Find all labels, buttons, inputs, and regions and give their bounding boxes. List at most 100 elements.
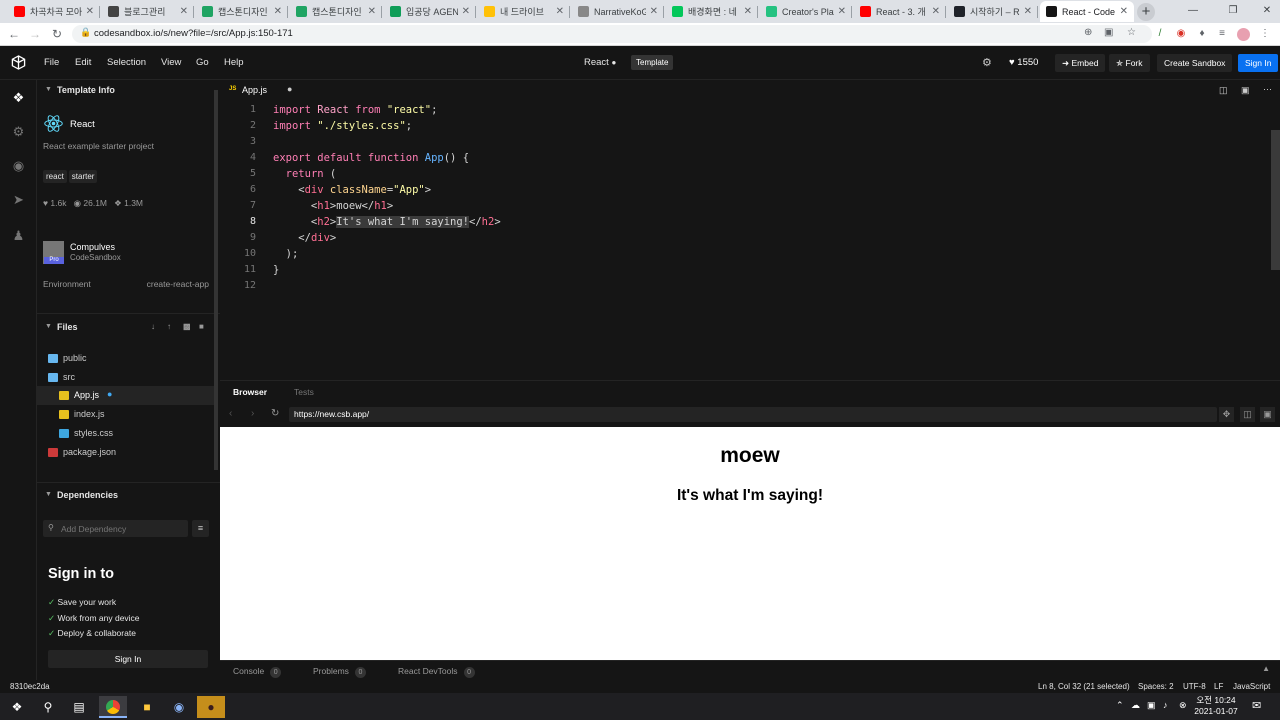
close-tab-icon[interactable]: ✕ [180, 6, 188, 17]
tab-problems[interactable]: Problems 0 [313, 666, 366, 678]
close-tab-icon[interactable]: ✕ [274, 6, 282, 17]
sandbox-title[interactable]: React ● [584, 57, 616, 68]
location-icon[interactable]: ⊕ [1084, 27, 1092, 38]
file-tree-item[interactable]: package.json [37, 443, 217, 462]
preview-address-bar[interactable]: https://new.csb.app/ [289, 407, 1217, 422]
browser-tab[interactable]: 입공당 AGEN ✕ [384, 1, 476, 22]
browser-tab[interactable]: 차곡차곡 모아 ✕ [8, 1, 100, 22]
extension-red-icon[interactable]: ◉ [1175, 28, 1187, 40]
forward-icon[interactable]: → [27, 26, 43, 42]
settings-gear-icon[interactable]: ⚙ [982, 56, 992, 69]
ime-icon[interactable]: ⊗ [1179, 700, 1187, 711]
browser-tab[interactable]: 내 드라이브 ✕ [478, 1, 570, 22]
back-icon[interactable]: ← [6, 26, 22, 42]
menu-selection[interactable]: Selection [107, 57, 146, 68]
author-avatar[interactable]: Pro [43, 241, 64, 264]
system-clock[interactable]: 오전 10:24 2021-01-07 [1188, 695, 1244, 717]
browser-tab[interactable]: React - 3. 개 ✕ [854, 1, 946, 22]
close-tab-icon[interactable]: ✕ [838, 6, 846, 17]
codesandbox-logo-icon[interactable] [11, 55, 26, 70]
add-dependency-input[interactable]: ⚲ [43, 520, 188, 537]
discord-icon[interactable]: ◉ [165, 696, 193, 718]
file-explorer-icon[interactable]: ■ [133, 696, 161, 718]
new-tab-button[interactable]: + [1137, 3, 1155, 21]
tab-browser[interactable]: Browser [233, 387, 267, 397]
close-tab-icon[interactable]: ✕ [1024, 6, 1032, 17]
browser-tab[interactable]: 캡스톤디자인 ✕ [196, 1, 288, 22]
end-of-line[interactable]: LF [1214, 682, 1223, 691]
preview-forward-icon[interactable]: › [251, 408, 254, 419]
notifications-icon[interactable]: ✉ [1252, 699, 1261, 712]
media-queue-icon[interactable]: ≡ [1216, 28, 1228, 40]
close-tab-icon[interactable]: ✕ [368, 6, 376, 17]
template-info-header[interactable]: ▼ Template Info [37, 80, 220, 102]
tag-react[interactable]: react [43, 170, 67, 183]
close-tab-icon[interactable]: ✕ [932, 6, 940, 17]
file-tree-item[interactable]: styles.css [37, 424, 217, 443]
like-button[interactable]: ♥ 1550 [1009, 57, 1038, 68]
embed-button[interactable]: ➜ Embed [1055, 54, 1106, 72]
task-view-icon[interactable]: ▤ [65, 696, 93, 718]
language-mode[interactable]: JavaScript [1233, 682, 1270, 691]
editor-scrollbar[interactable] [1271, 130, 1280, 270]
chrome-menu-icon[interactable]: ⋮ [1259, 28, 1271, 40]
windows-start-icon[interactable]: ❖ [3, 696, 31, 718]
browser-tab[interactable]: NarrativeKoG ✕ [572, 1, 664, 22]
tray-chevron-icon[interactable]: ⌃ [1116, 700, 1124, 711]
browser-tab[interactable]: 캡스톤디자인 ✕ [290, 1, 382, 22]
signin-card-button[interactable]: Sign In [48, 650, 208, 668]
chrome-taskbar-icon[interactable] [99, 696, 127, 718]
editor-tab-app-js[interactable]: JS App.js ● [220, 80, 302, 101]
split-editor-icon[interactable]: ◫ [1219, 85, 1228, 96]
menu-help[interactable]: Help [224, 57, 244, 68]
new-folder-icon[interactable]: ■ [199, 322, 204, 331]
bookmark-star-icon[interactable]: ☆ [1127, 27, 1136, 38]
cursor-position[interactable]: Ln 8, Col 32 (21 selected) [1038, 682, 1130, 691]
extensions-puzzle-icon[interactable]: ♦ [1196, 28, 1208, 40]
menu-go[interactable]: Go [196, 57, 209, 68]
encoding[interactable]: UTF-8 [1183, 682, 1206, 691]
extension-pen-icon[interactable]: / [1154, 28, 1166, 40]
dependency-menu-icon[interactable]: ≡ [192, 520, 209, 537]
file-tree-item[interactable]: src [37, 368, 217, 387]
create-sandbox-button[interactable]: Create Sandbox [1157, 54, 1233, 72]
tab-react-devtools[interactable]: React DevTools 0 [398, 666, 475, 678]
close-tab-icon[interactable]: ✕ [1120, 6, 1128, 17]
code-editor[interactable]: JS App.js ● ◫ ▣ ⋯ 1 2 3 4 5 6 7 8 9 10 11 12 import… [220, 80, 1280, 380]
new-file-icon[interactable]: ▩ [183, 322, 191, 331]
menu-view[interactable]: View [161, 57, 181, 68]
search-icon[interactable]: ⚲ [34, 696, 62, 718]
indentation[interactable]: Spaces: 2 [1138, 682, 1174, 691]
reload-icon[interactable]: ↻ [49, 26, 65, 42]
tag-starter[interactable]: starter [68, 170, 98, 183]
browser-tab[interactable]: React - Code ✕ [1040, 1, 1134, 22]
expand-console-icon[interactable]: ▲ [1262, 664, 1270, 673]
tab-tests[interactable]: Tests [294, 387, 314, 397]
menu-file[interactable]: File [44, 57, 59, 68]
close-tab-icon[interactable]: ✕ [86, 6, 94, 17]
preview-refresh-icon[interactable]: ↻ [271, 408, 279, 419]
settings-icon[interactable]: ⚙ [10, 123, 27, 140]
dependencies-header[interactable]: ▼ Dependencies [37, 485, 220, 507]
preview-frame[interactable]: moew It's what I'm saying! [220, 427, 1280, 660]
fork-button[interactable]: ✯ Fork [1109, 54, 1150, 72]
close-tab-icon[interactable]: ✕ [744, 6, 752, 17]
close-tab-icon[interactable]: ✕ [462, 6, 470, 17]
deploy-rocket-icon[interactable]: ➤ [10, 191, 27, 208]
github-icon[interactable]: ◉ [10, 157, 27, 174]
volume-icon[interactable]: ♪ [1163, 700, 1168, 710]
minimize-button[interactable]: — [1181, 3, 1205, 19]
kakaotalk-icon[interactable]: ● [197, 696, 225, 718]
browser-tab[interactable]: 배경화면 : 네 ✕ [666, 1, 758, 22]
onedrive-icon[interactable]: ☁ [1131, 700, 1140, 711]
live-users-icon[interactable]: ♟ [10, 227, 27, 244]
sidebar-scrollbar[interactable] [214, 90, 218, 470]
author-name[interactable]: Compulves [70, 242, 115, 252]
more-actions-icon[interactable]: ⋯ [1263, 84, 1272, 95]
menu-edit[interactable]: Edit [75, 57, 91, 68]
file-tree-item[interactable]: index.js [37, 405, 217, 424]
close-tab-icon[interactable]: ✕ [556, 6, 564, 17]
download-icon[interactable]: ↓ [151, 322, 155, 331]
project-info-icon[interactable]: ❖ [10, 89, 27, 106]
browser-tab[interactable]: 시작하기 – Re ✕ [948, 1, 1038, 22]
